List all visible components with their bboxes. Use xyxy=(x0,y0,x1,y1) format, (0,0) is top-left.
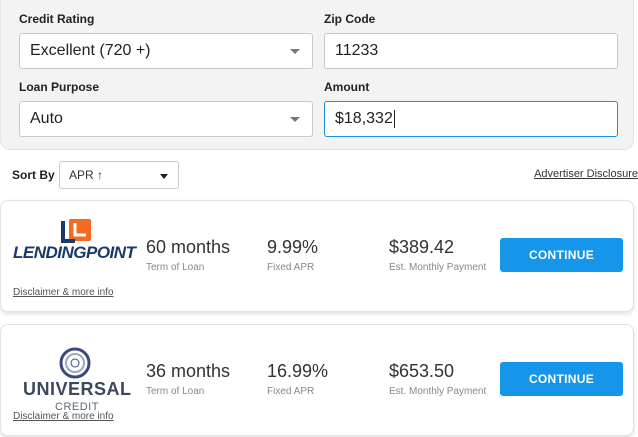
zip-code-label: Zip Code xyxy=(324,12,376,26)
term-metric: 36 months Term of Loan xyxy=(146,361,230,397)
credit-rating-select[interactable]: Excellent (720 +) xyxy=(19,33,313,69)
payment-metric: $653.50 Est. Monthly Payment xyxy=(389,361,486,397)
zip-code-value: 11233 xyxy=(335,42,379,59)
loan-purpose-value: Auto xyxy=(30,110,63,127)
universal-credit-logo: UNIVERSAL CREDIT xyxy=(11,341,141,413)
text-cursor xyxy=(393,110,395,128)
apr-value: 16.99% xyxy=(267,361,329,381)
amount-input[interactable]: $18,332 xyxy=(324,101,618,137)
offer-card: UNIVERSAL CREDIT Disclaimer & more info … xyxy=(0,324,634,436)
apr-label: Fixed APR xyxy=(267,262,315,273)
sort-by-value: APR ↑ xyxy=(69,168,104,182)
disclaimer-link[interactable]: Disclaimer & more info xyxy=(13,287,114,298)
zip-code-input[interactable]: 11233 xyxy=(324,33,618,69)
payment-metric: $389.42 Est. Monthly Payment xyxy=(389,237,486,273)
apr-value: 9.99% xyxy=(267,237,319,257)
sort-by-label: Sort By xyxy=(12,168,55,182)
payment-value: $389.42 xyxy=(389,237,455,257)
continue-button[interactable]: CONTINUE xyxy=(500,238,623,272)
term-value: 36 months xyxy=(146,361,231,381)
credit-rating-value: Excellent (720 +) xyxy=(30,42,151,59)
loan-purpose-select[interactable]: Auto xyxy=(19,101,313,137)
offer-card: LENDINGPOINT Disclaimer & more info 60 m… xyxy=(0,200,634,312)
credit-rating-label: Credit Rating xyxy=(19,12,95,26)
advertiser-disclosure-link[interactable]: Advertiser Disclosure xyxy=(534,168,638,180)
lendingpoint-wordmark: LENDINGPOINT xyxy=(13,243,136,262)
continue-button[interactable]: CONTINUE xyxy=(500,362,623,396)
payment-label: Est. Monthly Payment xyxy=(389,386,487,397)
payment-label: Est. Monthly Payment xyxy=(389,262,487,273)
apr-label: Fixed APR xyxy=(267,386,315,397)
chevron-down-icon xyxy=(290,49,300,54)
loan-purpose-label: Loan Purpose xyxy=(19,80,100,94)
term-value: 60 months xyxy=(146,237,231,257)
disclaimer-link[interactable]: Disclaimer & more info xyxy=(13,411,114,422)
term-label: Term of Loan xyxy=(146,262,205,273)
term-metric: 60 months Term of Loan xyxy=(146,237,230,273)
lendingpoint-logo: LENDINGPOINT xyxy=(11,217,141,277)
apr-metric: 9.99% Fixed APR xyxy=(267,237,318,273)
payment-value: $653.50 xyxy=(389,361,455,381)
apr-metric: 16.99% Fixed APR xyxy=(267,361,328,397)
amount-label: Amount xyxy=(324,80,370,94)
sort-by-select[interactable]: APR ↑ xyxy=(59,161,179,189)
amount-value: $18,332 xyxy=(335,110,393,127)
universal-credit-logo-mark xyxy=(59,347,91,379)
term-label: Term of Loan xyxy=(146,386,205,397)
chevron-down-icon xyxy=(290,117,300,122)
caret-down-icon xyxy=(160,174,168,179)
universal-credit-wordmark: UNIVERSAL xyxy=(23,379,132,399)
loan-filter-panel: Credit Rating Excellent (720 +) Zip Code… xyxy=(0,0,634,150)
